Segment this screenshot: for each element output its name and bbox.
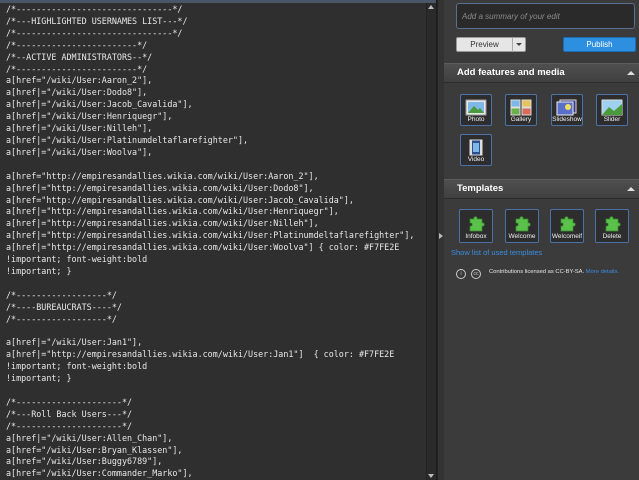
code-line[interactable]: !important; font-weight:bold [6,254,147,264]
templates-title: Templates [457,183,504,194]
puzzle-piece-icon [605,216,621,232]
code-text[interactable]: /*-------------------------------*/ /*--… [6,4,414,480]
scroll-down-icon[interactable] [428,474,434,478]
editor-scrollbar[interactable] [426,3,436,480]
tool-label: Video [467,156,485,163]
code-line[interactable]: /*---------------------*/ [6,397,132,407]
template-welcome-button[interactable]: Welcome [505,209,539,243]
template-infobox-button[interactable]: Infobox [459,209,493,243]
template-welcomeif-button[interactable]: Welcomeif [550,209,584,243]
preview-dropdown-button[interactable] [512,37,526,52]
template-label: Welcome [508,233,536,240]
code-line[interactable]: /*----BUREAUCRATS----*/ [6,302,122,312]
template-delete-button[interactable]: Delete [595,209,629,243]
code-line[interactable]: /*------------------*/ [6,290,117,300]
license-statement: Contributions licensed as CC-BY-SA. [489,269,585,275]
add-photo-button[interactable]: Photo [460,94,492,126]
code-editor[interactable]: /*-------------------------------*/ /*--… [0,0,437,480]
scroll-up-icon[interactable] [428,5,434,9]
code-line[interactable]: /*---Roll Back Users---*/ [6,409,132,419]
edit-summary-input[interactable] [457,4,634,28]
code-line[interactable]: !important; font-weight:bold [6,361,147,371]
add-video-button[interactable]: Video [460,134,492,166]
code-line[interactable]: /*--ACTIVE ADMINISTRATORS--*/ [6,52,152,62]
slideshow-icon [556,99,577,116]
code-line[interactable]: a[href="/wiki/User:Aaron_2"], [6,75,152,85]
template-label: Delete [602,233,622,240]
template-label: Welcomeif [551,233,583,240]
code-line[interactable]: a[href="/wiki/User:Commander_Marko"], [6,468,193,478]
code-line[interactable]: a[href|="http://empiresandallies.wikia.c… [6,183,314,193]
code-line[interactable]: a[href|="/wiki/User:Nilleh"], [6,123,152,133]
code-line[interactable]: a[href|="/wiki/User:Platinumdeltaflarefi… [6,135,248,145]
chevron-down-icon [516,43,522,46]
license-text: Contributions licensed as CC-BY-SA. More… [489,269,619,275]
features-title: Add features and media [457,67,565,78]
code-line[interactable]: /*------------------------*/ [6,40,147,50]
code-line[interactable]: a[href|="/wiki/User:Dodo8"], [6,87,147,97]
editor-right-rail: Preview Publish Add features and media P… [444,0,639,480]
code-line[interactable]: a[href|="/wiki/User:Allen_Chan"], [6,433,172,443]
editor-top-border [0,0,436,3]
code-line[interactable]: a[href="/wiki/User:Bryan_Klassen"], [6,445,182,455]
code-line[interactable]: a[href|="http://empiresandallies.wikia.c… [6,349,394,359]
code-line[interactable]: a[href|="http://empiresandallies.wikia.c… [6,230,414,240]
code-line[interactable]: a[href|="http://empiresandallies.wikia.c… [6,242,399,252]
slider-icon [601,99,623,116]
code-line[interactable]: !important; } [6,373,72,383]
tool-label: Slider [603,116,621,123]
collapse-caret-icon[interactable] [627,71,635,75]
show-used-templates-link[interactable]: Show list of used templates [451,248,542,257]
puzzle-piece-icon [515,216,531,232]
features-section-header[interactable]: Add features and media [444,63,639,83]
code-line[interactable]: /*-------------------------------*/ [6,28,182,38]
collapse-rail-icon[interactable] [439,233,443,239]
code-line[interactable]: a[href|="http://empiresandallies.wikia.c… [6,206,339,216]
add-slider-button[interactable]: Slider [596,94,628,126]
cc-icon: cc [471,269,481,279]
code-line[interactable]: /*------------------------*/ [6,64,147,74]
video-icon [469,139,483,156]
photo-icon [465,99,487,116]
code-line[interactable]: a[href|="/wiki/User:Jacob_Cavalida"], [6,99,193,109]
code-line[interactable]: a[href|="http://empiresandallies.wikia.c… [6,218,319,228]
code-line[interactable]: /*---------------------*/ [6,421,132,431]
template-label: Infobox [465,233,487,240]
puzzle-piece-icon [560,216,576,232]
code-line[interactable]: /*------------------*/ [6,314,117,324]
collapse-caret-icon[interactable] [627,187,635,191]
code-line[interactable]: /*-------------------------------*/ [6,4,182,14]
tool-label: Photo [467,116,485,123]
more-details-link[interactable]: More details. [586,269,619,275]
templates-section-header[interactable]: Templates [444,179,639,199]
publish-button[interactable]: Publish [563,37,636,52]
cc-by-icon: i [456,269,466,279]
code-line[interactable]: a[href="/wiki/User:Buggy6789"], [6,456,162,466]
add-gallery-button[interactable]: Gallery [505,94,537,126]
code-line[interactable]: /*---HIGHLIGHTED USERNAMES LIST---*/ [6,16,188,26]
puzzle-piece-icon [469,216,485,232]
add-slideshow-button[interactable]: Slideshow [551,94,583,126]
code-line[interactable]: a[href|="/wiki/User:Henriquegr"], [6,111,172,121]
summary-box [456,3,635,29]
code-line[interactable]: a[href="http://empiresandallies.wikia.co… [6,171,319,181]
preview-button[interactable]: Preview [456,37,513,52]
gallery-icon [510,99,532,116]
code-line[interactable]: a[href|="/wiki/User:Jan1"], [6,337,142,347]
tool-label: Gallery [510,116,532,123]
code-line[interactable]: a[href="http://empiresandallies.wikia.co… [6,195,354,205]
license-footer: i cc Contributions licensed as CC-BY-SA.… [456,267,636,281]
tool-label: Slideshow [552,116,582,123]
code-line[interactable]: !important; } [6,266,72,276]
code-line[interactable]: a[href|="/wiki/User:Woolva"], [6,147,152,157]
